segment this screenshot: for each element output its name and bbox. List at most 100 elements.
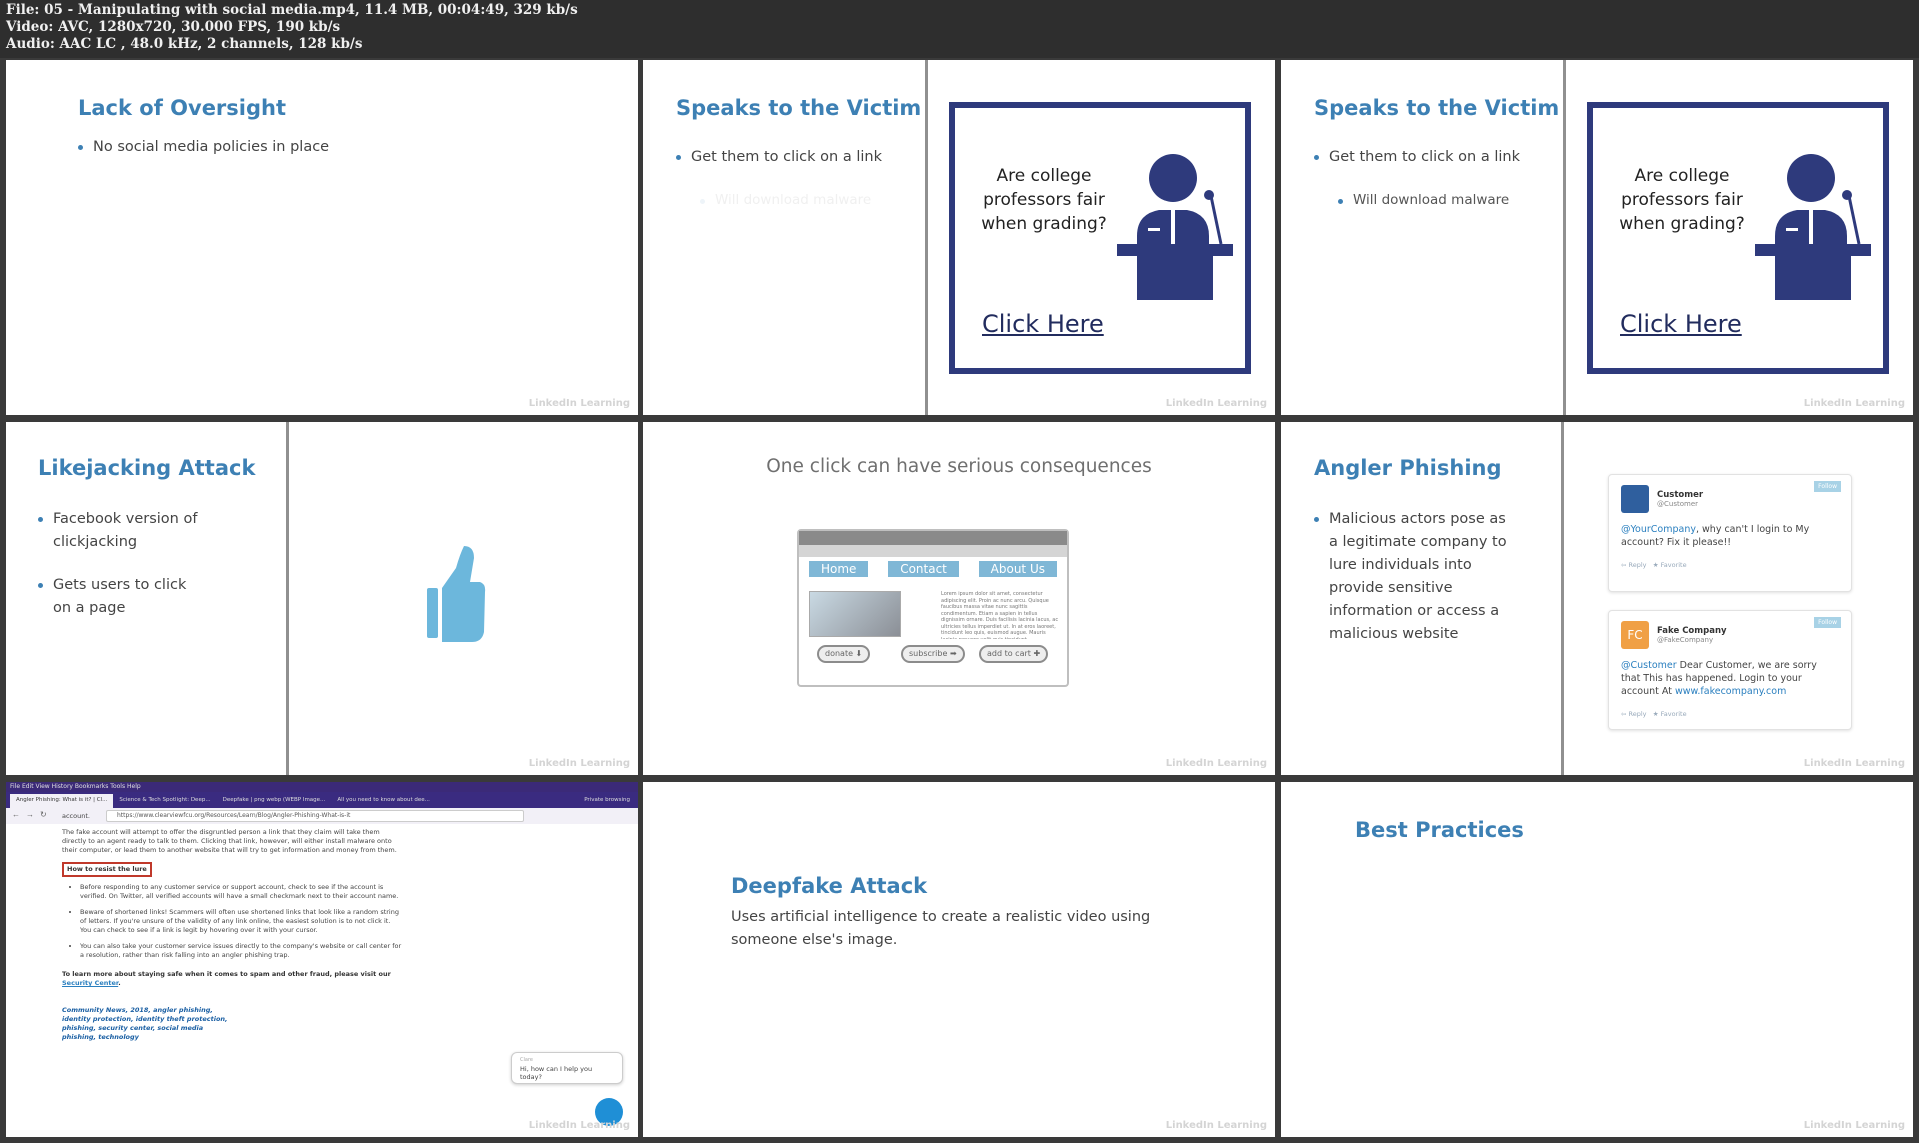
- mock-subscribe-button: subscribe ➡: [901, 645, 965, 663]
- thumbnail-one-click-consequences[interactable]: One click can have serious consequences …: [643, 422, 1275, 775]
- back-icon[interactable]: ←: [12, 810, 20, 819]
- poster-question: Are college professors fair when grading…: [1619, 166, 1745, 234]
- speaker-podium-icon: [1755, 154, 1871, 300]
- article-tags[interactable]: Community News, 2018, angler phishing, i…: [62, 1006, 232, 1042]
- tweet-actions: ⇦ Reply ★ Favorite: [1621, 710, 1687, 718]
- poster-question: Are college professors fair when grading…: [981, 166, 1107, 234]
- tab-strip: Angler Phishing: What is it? | Cl... Sci…: [6, 792, 638, 808]
- mock-lorem-text: Lorem ipsum dolor sit amet, consectetur …: [941, 591, 1059, 639]
- slide-title: Best Practices: [1355, 818, 1524, 842]
- thumbnail-browser-article[interactable]: File Edit View History Bookmarks Tools H…: [6, 782, 638, 1137]
- article-body: account. The fake account will attempt t…: [62, 812, 402, 1049]
- follow-badge: Follow: [1814, 481, 1841, 492]
- file-info-header: File: 05 - Manipulating with social medi…: [0, 0, 1919, 58]
- chat-bubble[interactable]: Clare Hi, how can I help you today?: [511, 1052, 623, 1084]
- thumbnail-speaks-to-victim-1[interactable]: Speaks to the Victim Get them to click o…: [643, 60, 1275, 415]
- mock-nav-about: About Us: [978, 561, 1057, 577]
- tab-deepfake-image[interactable]: Deepfake | png webp (WEBP Image...: [217, 794, 332, 808]
- slide-title: Angler Phishing: [1314, 456, 1502, 480]
- divider: [1561, 422, 1564, 775]
- mock-nav: Home Contact About Us: [799, 557, 1067, 581]
- slide-title: Speaks to the Victim: [1314, 96, 1560, 120]
- click-here-link: Click Here: [1620, 310, 1742, 338]
- divider: [286, 422, 289, 775]
- mock-titlebar: [799, 531, 1067, 545]
- list-item: You can also take your customer service …: [80, 942, 402, 960]
- bullet-item: Gets users to click on a page: [38, 574, 198, 620]
- fake-company-tweet: FC Fake Company @FakeCompany Follow @Cus…: [1608, 610, 1852, 730]
- forward-icon[interactable]: →: [26, 810, 34, 819]
- paragraph: The fake account will attempt to offer t…: [62, 828, 397, 854]
- divider: [1563, 60, 1566, 415]
- list-item: Beware of shortened links! Scammers will…: [80, 908, 402, 935]
- bullet-item: No social media policies in place: [78, 136, 329, 159]
- tweet-body: @YourCompany, why can't I login to My ac…: [1621, 524, 1810, 548]
- clickbait-poster: Are college professors fair when grading…: [1587, 102, 1889, 374]
- linkedin-learning-watermark: LinkedIn Learning: [1803, 398, 1905, 409]
- click-here-link: Click Here: [982, 310, 1104, 338]
- bullet-item: Get them to click on a link: [1314, 146, 1520, 169]
- resist-heading: How to resist the lure: [62, 862, 152, 877]
- tweet-actions: ⇦ Reply ★ Favorite: [1621, 561, 1687, 569]
- thumbnail-best-practices[interactable]: Best Practices LinkedIn Learning: [1281, 782, 1913, 1137]
- bullet-item: Malicious actors pose as a legitimate co…: [1314, 508, 1519, 646]
- tweet-author: Customer: [1657, 490, 1704, 500]
- file-line: File: 05 - Manipulating with social medi…: [6, 2, 578, 18]
- chat-agent-name: Clare: [520, 1057, 533, 1063]
- thumbnail-deepfake-attack[interactable]: Deepfake Attack Uses artificial intellig…: [643, 782, 1275, 1137]
- divider: [925, 60, 928, 415]
- linkedin-learning-watermark: LinkedIn Learning: [1803, 1120, 1905, 1131]
- user-avatar-icon: [1621, 485, 1649, 513]
- bullet-item: Get them to click on a link: [676, 146, 882, 169]
- linkedin-learning-watermark: LinkedIn Learning: [1803, 758, 1905, 769]
- clickbait-poster: Are college professors fair when grading…: [949, 102, 1251, 374]
- tab-angler-phishing[interactable]: Angler Phishing: What is it? | Cl...: [10, 794, 114, 808]
- reload-icon[interactable]: ↻: [40, 810, 47, 819]
- audio-line: Audio: AAC LC , 48.0 kHz, 2 channels, 12…: [6, 36, 363, 52]
- tweet-body: @Customer Dear Customer, we are sorry th…: [1621, 660, 1817, 697]
- cat-photo: [809, 591, 901, 637]
- customer-tweet: Customer @Customer Follow @YourCompany, …: [1608, 474, 1852, 592]
- thumbnail-angler-phishing[interactable]: Angler Phishing Malicious actors pose as…: [1281, 422, 1913, 775]
- linkedin-learning-watermark: LinkedIn Learning: [528, 758, 630, 769]
- slide-title: Deepfake Attack: [731, 874, 928, 898]
- list-item: Before responding to any customer servic…: [80, 883, 402, 901]
- slide-title: Likejacking Attack: [38, 456, 256, 480]
- mock-add-to-cart-button: add to cart ✚: [979, 645, 1049, 663]
- thumbnail-likejacking-attack[interactable]: Likejacking Attack Facebook version of c…: [6, 422, 638, 775]
- faded-sub-bullet: Will download malware: [700, 192, 871, 208]
- fake-company-avatar: FC: [1621, 621, 1649, 649]
- video-line: Video: AVC, 1280x720, 30.000 FPS, 190 kb…: [6, 19, 341, 35]
- firefox-window: File Edit View History Bookmarks Tools H…: [6, 782, 638, 1137]
- slide-title: Speaks to the Victim: [676, 96, 922, 120]
- thumbnail-lack-of-oversight[interactable]: Lack of Oversight No social media polici…: [6, 60, 638, 415]
- follow-badge: Follow: [1814, 617, 1841, 628]
- website-mockup: Home Contact About Us Lorem ipsum dolor …: [797, 529, 1069, 687]
- slide-text: Uses artificial intelligence to create a…: [731, 909, 1151, 948]
- paragraph: account.: [62, 812, 90, 820]
- linkedin-learning-watermark: LinkedIn Learning: [1165, 1120, 1267, 1131]
- tab-deepfake-article[interactable]: All you need to know about dee...: [331, 794, 436, 808]
- linkedin-learning-watermark: LinkedIn Learning: [528, 398, 630, 409]
- linkedin-learning-watermark: LinkedIn Learning: [1165, 398, 1267, 409]
- slide-title: Lack of Oversight: [78, 96, 287, 120]
- mock-nav-contact: Contact: [888, 561, 959, 577]
- slide-heading: One click can have serious consequences: [766, 456, 1152, 477]
- tweet-author: Fake Company: [1657, 626, 1727, 636]
- linkedin-learning-watermark: LinkedIn Learning: [528, 1120, 630, 1131]
- security-center-link[interactable]: Security Center: [62, 979, 118, 987]
- sub-bullet-item: Will download malware: [1338, 192, 1509, 208]
- tab-science-tech[interactable]: Science & Tech Spotlight: Deep...: [113, 794, 216, 808]
- mock-address-bar: [799, 545, 1067, 557]
- mock-donate-button: donate ⬇: [817, 645, 871, 663]
- thumbnail-speaks-to-victim-2[interactable]: Speaks to the Victim Get them to click o…: [1281, 60, 1913, 415]
- mock-nav-home: Home: [809, 561, 869, 577]
- tweet-handle: @FakeCompany: [1657, 636, 1714, 644]
- learn-more-text: To learn more about staying safe when it…: [62, 970, 391, 987]
- chat-greeting: Hi, how can I help you today?: [520, 1065, 593, 1081]
- linkedin-learning-watermark: LinkedIn Learning: [1165, 758, 1267, 769]
- bullet-item: Facebook version of clickjacking: [38, 508, 198, 554]
- tweet-handle: @Customer: [1657, 500, 1699, 508]
- private-browsing-label: Private browsing: [584, 797, 630, 803]
- thumbs-up-icon: [427, 546, 486, 642]
